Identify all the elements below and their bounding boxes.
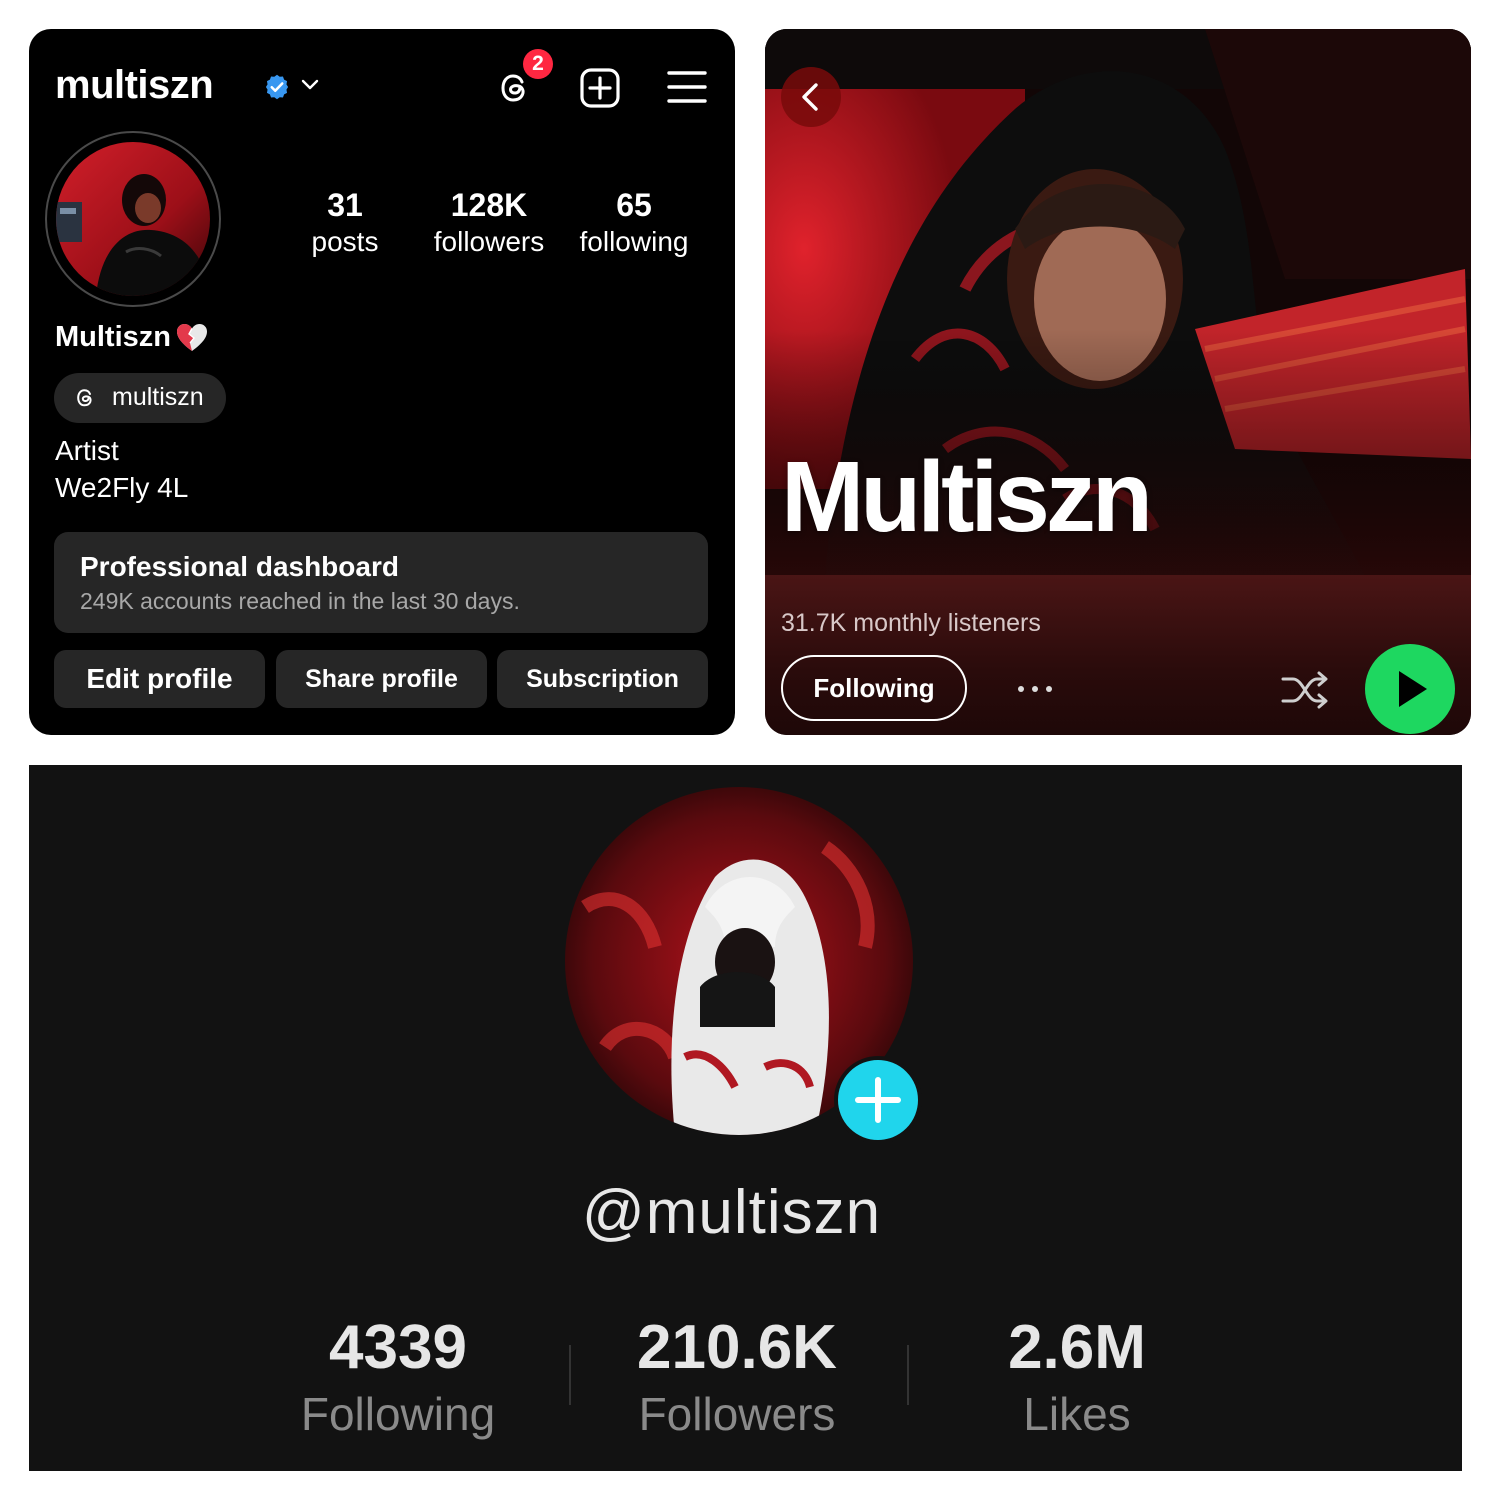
- profile-username[interactable]: multiszn: [55, 63, 214, 108]
- instagram-profile-panel: multiszn 2 31 posts 128K followers 65 fo…: [29, 29, 735, 735]
- bio-category: Artist: [55, 435, 119, 466]
- following-stat[interactable]: 4339 Following: [248, 1313, 548, 1445]
- spotify-artist-panel: Multiszn 31.7K monthly listeners Followi…: [765, 29, 1471, 735]
- following-count: 65: [616, 187, 652, 223]
- posts-label: posts: [311, 226, 379, 257]
- artist-name: Multiszn: [781, 441, 1153, 553]
- shuffle-icon[interactable]: [1279, 667, 1331, 713]
- following-button[interactable]: Following: [781, 655, 967, 721]
- heart-emoji-icon: [177, 324, 207, 351]
- edit-profile-button[interactable]: Edit profile: [54, 650, 265, 708]
- stat-divider: [569, 1345, 571, 1405]
- bio-text: We2Fly 4L: [55, 472, 189, 503]
- followers-stat[interactable]: 128K followers: [424, 185, 554, 259]
- create-post-icon[interactable]: [579, 67, 621, 109]
- professional-dashboard-card[interactable]: Professional dashboard 249K accounts rea…: [54, 532, 708, 633]
- tiktok-handle: @multiszn: [581, 1178, 882, 1247]
- followers-label: followers: [433, 226, 545, 257]
- play-button[interactable]: [1365, 644, 1455, 734]
- following-label: Following: [300, 1388, 496, 1440]
- monthly-listeners: 31.7K monthly listeners: [781, 609, 1041, 637]
- stat-divider: [907, 1345, 909, 1405]
- verified-badge-icon: [265, 74, 289, 100]
- hamburger-menu-icon[interactable]: [667, 69, 707, 105]
- chevron-left-icon: [802, 83, 818, 111]
- display-name: Multiszn: [55, 321, 171, 353]
- likes-stat[interactable]: 2.6M Likes: [927, 1313, 1227, 1445]
- followers-count: 128K: [450, 187, 528, 223]
- likes-count: 2.6M: [1008, 1313, 1146, 1382]
- notification-badge: 2: [523, 49, 553, 79]
- back-button[interactable]: [781, 67, 841, 127]
- likes-label: Likes: [1023, 1388, 1131, 1440]
- following-count: 4339: [329, 1313, 467, 1382]
- threads-link-pill[interactable]: multiszn: [54, 373, 226, 423]
- posts-count: 31: [327, 187, 363, 223]
- profile-avatar[interactable]: [56, 142, 210, 296]
- tiktok-profile-panel: @multiszn 4339 Following 210.6K Follower…: [29, 765, 1462, 1471]
- followers-label: Followers: [638, 1388, 836, 1440]
- plus-icon: [855, 1077, 901, 1123]
- more-options-icon[interactable]: [1013, 669, 1057, 705]
- dashboard-title: Professional dashboard: [80, 551, 399, 582]
- posts-stat[interactable]: 31 posts: [305, 185, 385, 259]
- followers-stat[interactable]: 210.6K Followers: [587, 1313, 887, 1445]
- threads-handle: multiszn: [112, 383, 204, 411]
- following-label: following: [579, 226, 689, 257]
- dashboard-subtitle: 249K accounts reached in the last 30 day…: [80, 588, 520, 614]
- follow-plus-button[interactable]: [834, 1056, 922, 1144]
- play-icon: [1399, 671, 1427, 707]
- share-profile-button[interactable]: Share profile: [276, 650, 487, 708]
- chevron-down-icon[interactable]: [299, 77, 321, 93]
- followers-count: 210.6K: [637, 1313, 837, 1382]
- threads-icon: [77, 389, 92, 407]
- following-stat[interactable]: 65 following: [569, 185, 699, 259]
- subscription-button[interactable]: Subscription: [497, 650, 708, 708]
